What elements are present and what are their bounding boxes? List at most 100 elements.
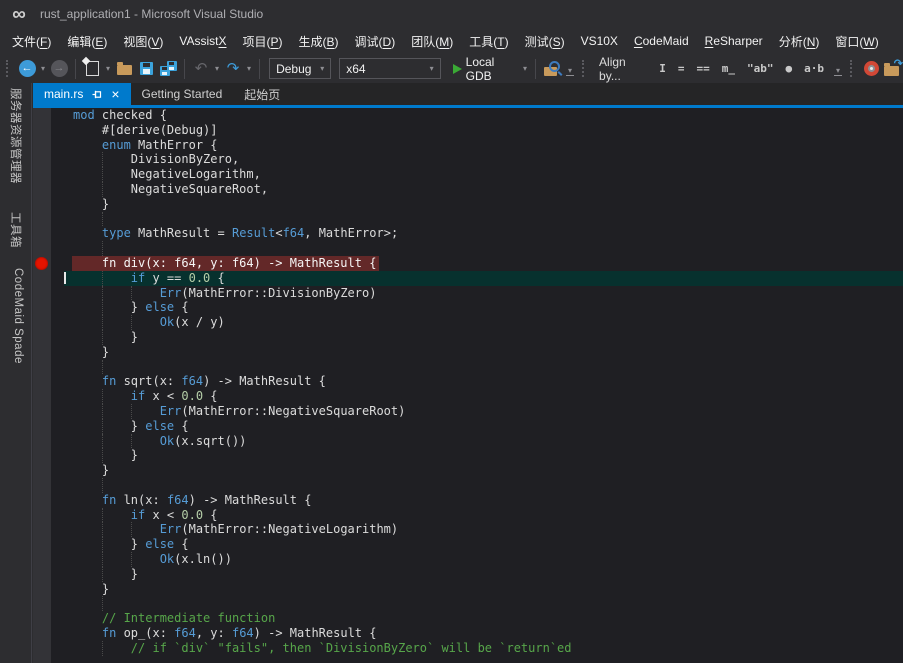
codemaid-cleanup-button[interactable] bbox=[861, 57, 881, 81]
code-editor[interactable]: mod checked { #[derive(Debug)] enum Math… bbox=[33, 108, 903, 663]
indent-guide bbox=[102, 212, 103, 227]
open-file-button[interactable] bbox=[114, 57, 134, 81]
redo-button[interactable]: ↷ bbox=[223, 57, 243, 81]
code-line[interactable]: if x < 0.0 { bbox=[33, 389, 903, 404]
code-line[interactable]: } else { bbox=[33, 419, 903, 434]
code-line[interactable]: } bbox=[33, 197, 903, 212]
menu-item-edit[interactable]: 编辑(E) bbox=[59, 29, 115, 54]
redo-dropdown[interactable]: ▾ bbox=[245, 64, 253, 73]
open-folder-icon bbox=[117, 65, 132, 75]
menu-item-debug[interactable]: 调试(D) bbox=[347, 29, 404, 54]
new-project-dropdown[interactable]: ▾ bbox=[104, 64, 112, 73]
side-tab-codemaid-spade[interactable]: CodeMaid Spade bbox=[12, 268, 24, 364]
toolbar-align-quoted-button[interactable]: "ab" bbox=[741, 62, 780, 75]
menu-item-project[interactable]: 项目(P) bbox=[235, 29, 291, 54]
code-line[interactable]: #[derive(Debug)] bbox=[33, 123, 903, 138]
align-by-button[interactable]: Align by... bbox=[593, 55, 651, 83]
toolbar-align-members-button[interactable]: m_ bbox=[716, 62, 741, 75]
solution-platform-dropdown[interactable]: x64 ▾ bbox=[339, 58, 440, 79]
document-tab-getting-started[interactable]: Getting Started bbox=[131, 83, 234, 105]
code-line[interactable]: Err(MathError::DivisionByZero) bbox=[33, 286, 903, 301]
menu-bar: 文件(F)编辑(E)视图(V)VAssistX项目(P)生成(B)调试(D)团队… bbox=[0, 28, 903, 54]
navigate-back-button[interactable]: ← bbox=[17, 57, 37, 81]
solution-configuration-dropdown[interactable]: Debug ▾ bbox=[269, 58, 331, 79]
code-line[interactable] bbox=[33, 478, 903, 493]
toolbar-drag-handle[interactable] bbox=[582, 60, 587, 77]
toolbar-ibeam-button[interactable]: I bbox=[653, 62, 672, 75]
code-line[interactable]: if x < 0.0 { bbox=[33, 508, 903, 523]
code-line[interactable]: } bbox=[33, 567, 903, 582]
navigate-back-dropdown[interactable]: ▾ bbox=[39, 64, 47, 73]
new-project-button[interactable] bbox=[82, 57, 102, 81]
code-line[interactable]: Ok(x / y) bbox=[33, 315, 903, 330]
code-line[interactable]: DivisionByZero, bbox=[33, 152, 903, 167]
code-line[interactable] bbox=[33, 241, 903, 256]
code-line[interactable]: type MathResult = Result<f64, MathError>… bbox=[33, 226, 903, 241]
toolbar-align-double-equals-button[interactable]: == bbox=[691, 62, 716, 75]
open-corresponding-file-button[interactable]: ↷ bbox=[883, 57, 903, 81]
start-debugging-button[interactable]: Local GDB bbox=[446, 57, 519, 81]
code-line[interactable]: fn ln(x: f64) -> MathResult { bbox=[33, 493, 903, 508]
code-line[interactable]: NegativeLogarithm, bbox=[33, 167, 903, 182]
menu-item-vassistx[interactable]: VAssistX bbox=[171, 30, 234, 52]
toolbar-drag-handle[interactable] bbox=[850, 60, 855, 77]
code-line[interactable]: mod checked { bbox=[33, 108, 903, 123]
code-line[interactable] bbox=[33, 596, 903, 611]
side-tab-toolbox[interactable]: 工具箱 bbox=[8, 212, 24, 248]
code-line[interactable]: fn div(x: f64, y: f64) -> MathResult { bbox=[33, 256, 903, 271]
toolbar-align-spacing-button[interactable]: a·b bbox=[798, 62, 830, 75]
va-find-in-solution-button[interactable] bbox=[542, 57, 562, 81]
menu-item-analyze[interactable]: 分析(N) bbox=[771, 29, 828, 54]
menu-item-vs10x[interactable]: VS10X bbox=[573, 30, 626, 52]
document-tab-main-rs[interactable]: main.rs× bbox=[33, 83, 131, 105]
pin-tab-icon[interactable] bbox=[92, 89, 103, 100]
code-line[interactable]: if y == 0.0 { bbox=[33, 271, 903, 286]
save-button[interactable] bbox=[136, 57, 156, 81]
code-line[interactable] bbox=[33, 212, 903, 227]
menu-item-window[interactable]: 窗口(W) bbox=[827, 29, 886, 54]
menu-item-build[interactable]: 生成(B) bbox=[291, 29, 347, 54]
side-tab-server-explorer[interactable]: 服务器资源管理器 bbox=[8, 88, 24, 184]
close-tab-icon[interactable]: × bbox=[111, 87, 119, 101]
code-line[interactable]: } bbox=[33, 463, 903, 478]
menu-item-test[interactable]: 测试(S) bbox=[517, 29, 573, 54]
code-line[interactable]: } bbox=[33, 345, 903, 360]
breakpoint-indicator[interactable] bbox=[35, 257, 48, 270]
menu-item-view[interactable]: 视图(V) bbox=[115, 29, 171, 54]
code-line[interactable]: Ok(x.sqrt()) bbox=[33, 434, 903, 449]
toolbar-separator bbox=[535, 59, 536, 79]
menu-item-tools[interactable]: 工具(T) bbox=[461, 29, 516, 54]
indent-guide bbox=[102, 360, 103, 375]
code-line[interactable]: } else { bbox=[33, 537, 903, 552]
code-line[interactable] bbox=[33, 360, 903, 375]
code-line[interactable]: fn sqrt(x: f64) -> MathResult { bbox=[33, 374, 903, 389]
code-line[interactable]: fn op_(x: f64, y: f64) -> MathResult { bbox=[33, 626, 903, 641]
tab-label: Getting Started bbox=[142, 87, 223, 101]
code-line[interactable]: // Intermediate function bbox=[33, 611, 903, 626]
code-line[interactable]: NegativeSquareRoot, bbox=[33, 182, 903, 197]
toolbar-align-dot-button[interactable]: ● bbox=[780, 62, 799, 75]
code-line[interactable]: enum MathError { bbox=[33, 138, 903, 153]
code-line[interactable]: } bbox=[33, 448, 903, 463]
va-find-dropdown[interactable]: ▾ bbox=[566, 68, 574, 76]
undo-button[interactable]: ↶ bbox=[191, 57, 211, 81]
undo-dropdown[interactable]: ▾ bbox=[213, 64, 221, 73]
code-line[interactable]: // if `div` "fails", then `DivisionByZer… bbox=[33, 641, 903, 656]
document-tab-start-page[interactable]: 起始页 bbox=[233, 83, 291, 105]
toolbar-overflow-button[interactable]: ▾ bbox=[834, 68, 842, 76]
start-target-dropdown[interactable]: ▾ bbox=[521, 64, 529, 73]
code-line[interactable]: } else { bbox=[33, 300, 903, 315]
menu-item-codemaid[interactable]: CodeMaid bbox=[626, 30, 697, 52]
menu-item-file[interactable]: 文件(F) bbox=[4, 29, 59, 54]
toolbar-drag-handle[interactable] bbox=[6, 60, 11, 77]
menu-item-resharper[interactable]: ReSharper bbox=[697, 30, 771, 52]
code-line[interactable]: Err(MathError::NegativeLogarithm) bbox=[33, 522, 903, 537]
code-line[interactable]: } bbox=[33, 582, 903, 597]
toolbar-align-equals-button[interactable]: = bbox=[672, 62, 691, 75]
code-line[interactable]: Err(MathError::NegativeSquareRoot) bbox=[33, 404, 903, 419]
code-line[interactable]: } bbox=[33, 330, 903, 345]
code-line[interactable]: Ok(x.ln()) bbox=[33, 552, 903, 567]
save-all-button[interactable] bbox=[158, 57, 178, 81]
menu-item-team[interactable]: 团队(M) bbox=[403, 29, 461, 54]
navigate-forward-button[interactable]: → bbox=[49, 57, 69, 81]
